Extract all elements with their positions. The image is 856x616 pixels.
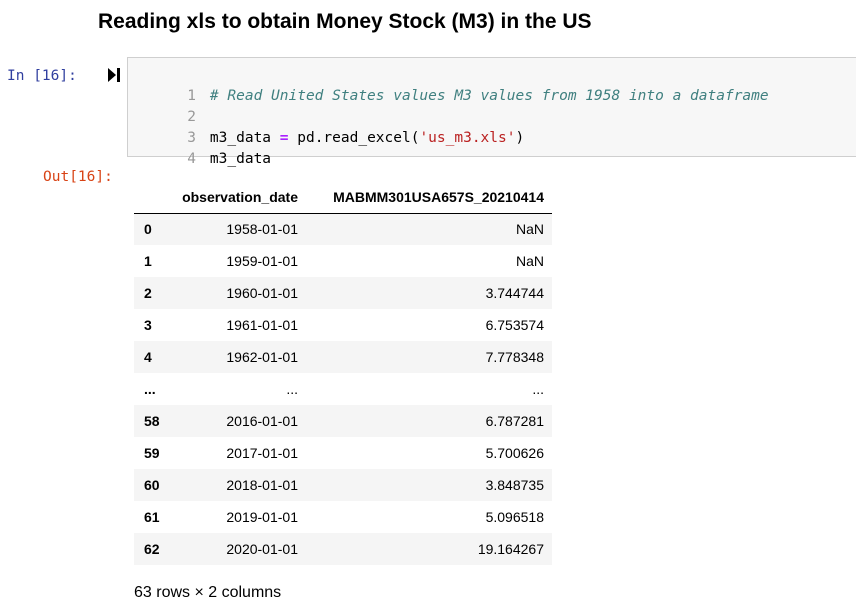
row-index: 1 <box>144 253 152 269</box>
notebook-heading: Reading xls to obtain Money Stock (M3) i… <box>98 10 592 33</box>
cell-date: 2020-01-01 <box>226 541 298 557</box>
cell-value: 7.778348 <box>485 349 544 365</box>
row-index: 2 <box>144 285 152 301</box>
table-row: 0 1958-01-01 NaN <box>134 213 552 245</box>
cell-date: 2018-01-01 <box>226 477 298 493</box>
table-row: 1 1959-01-01 NaN <box>134 245 552 277</box>
row-index: 3 <box>144 317 152 333</box>
cell-date: 1958-01-01 <box>226 221 298 238</box>
cell-value: 3.744744 <box>485 285 544 301</box>
table-row: 3 1961-01-01 6.753574 <box>134 309 552 341</box>
cell-date: 1960-01-01 <box>226 285 298 301</box>
cell-value: 5.700626 <box>485 445 544 461</box>
row-index: 58 <box>144 413 160 429</box>
dataframe-shape: 63 rows × 2 columns <box>134 584 282 601</box>
table-row: 59 2017-01-01 5.700626 <box>134 437 552 469</box>
cell-value: 5.096518 <box>485 509 544 525</box>
cell-value: 19.164267 <box>477 541 544 557</box>
column-header-value: MABMM301USA657S_20210414 <box>306 181 552 214</box>
code-line: 1 # Read United States values M3 values f… <box>128 65 768 104</box>
cell-date: ... <box>286 381 298 397</box>
cell-value: 6.753574 <box>485 317 544 333</box>
code-paren: ) <box>515 130 525 146</box>
cell-value: ... <box>532 381 544 397</box>
run-cell-icon[interactable] <box>108 68 120 82</box>
line-number: 4 <box>187 151 196 167</box>
cell-value: NaN <box>515 221 544 238</box>
row-index: 60 <box>144 477 160 493</box>
cell-date: 1961-01-01 <box>226 317 298 333</box>
row-index: 61 <box>144 509 160 525</box>
cell-date: 2016-01-01 <box>226 413 298 429</box>
row-index: 59 <box>144 445 160 461</box>
code-line: 4 m3_data <box>128 128 271 167</box>
cell-value: NaN <box>515 253 544 269</box>
code-variable: m3_data <box>209 151 272 167</box>
table-row: 58 2016-01-01 6.787281 <box>134 405 552 437</box>
code-editor[interactable]: 1 # Read United States values M3 values f… <box>127 57 856 167</box>
row-index: 0 <box>144 221 152 238</box>
table-row: 2 1960-01-01 3.744744 <box>134 277 552 309</box>
table-row: 4 1962-01-01 7.778348 <box>134 341 552 373</box>
input-prompt: In [16]: <box>7 68 77 84</box>
table-header-row: observation_date MABMM301USA657S_2021041… <box>134 181 552 214</box>
code-line: 2 <box>128 86 210 125</box>
index-header <box>134 181 174 214</box>
cell-value: 6.787281 <box>485 413 544 429</box>
row-index: ... <box>144 381 156 397</box>
cell-date: 1959-01-01 <box>226 253 298 269</box>
table-row: 60 2018-01-01 3.848735 <box>134 469 552 501</box>
cell-date: 2017-01-01 <box>226 445 298 461</box>
code-comment: # Read United States values M3 values fr… <box>209 88 769 104</box>
output-prompt: Out[16]: <box>43 169 113 185</box>
row-index: 4 <box>144 349 152 365</box>
table-row-ellipsis: ......... <box>134 373 552 405</box>
dataframe-table: observation_date MABMM301USA657S_2021041… <box>134 181 552 565</box>
code-operator: = <box>279 130 289 146</box>
code-call: pd.read_excel( <box>288 130 420 146</box>
cell-date: 1962-01-01 <box>226 349 298 365</box>
table-row: 61 2019-01-01 5.096518 <box>134 501 552 533</box>
table-row: 62 2020-01-01 19.164267 <box>134 533 552 565</box>
code-string: 'us_m3.xls' <box>419 130 516 146</box>
column-header-date: observation_date <box>174 181 306 214</box>
code-line: 3 m3_data = pd.read_excel('us_m3.xls') <box>128 107 524 146</box>
cell-value: 3.848735 <box>485 477 544 493</box>
row-index: 62 <box>144 541 160 557</box>
cell-date: 2019-01-01 <box>226 509 298 525</box>
